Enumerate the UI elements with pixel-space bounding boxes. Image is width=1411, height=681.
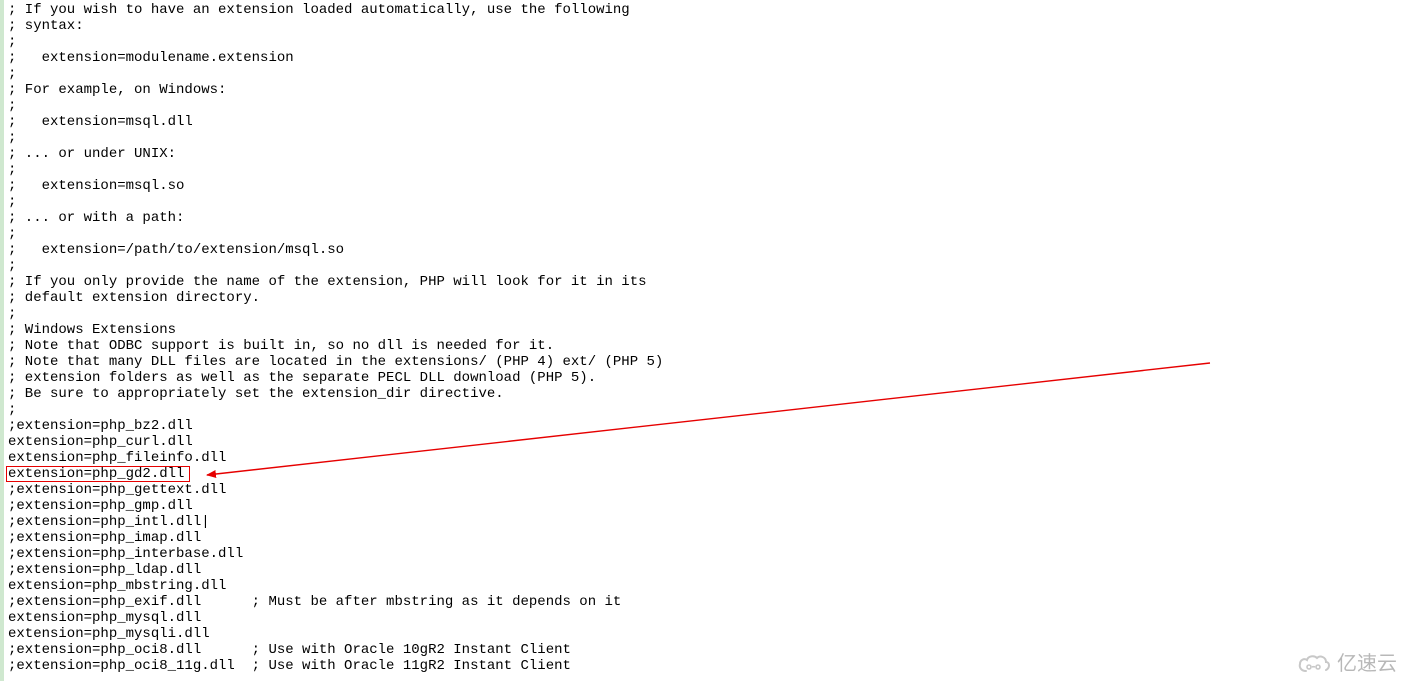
code-line: extension=php_mysql.dll bbox=[8, 610, 663, 626]
code-line: ;extension=php_interbase.dll bbox=[8, 546, 663, 562]
code-line: ; Note that ODBC support is built in, so… bbox=[8, 338, 663, 354]
code-line: ; bbox=[8, 66, 663, 82]
code-line: extension=php_gd2.dll bbox=[8, 466, 663, 482]
code-line: ; If you only provide the name of the ex… bbox=[8, 274, 663, 290]
text-editor-content[interactable]: ; If you wish to have an extension loade… bbox=[8, 2, 663, 674]
code-line: ; default extension directory. bbox=[8, 290, 663, 306]
code-line: ; extension=msql.dll bbox=[8, 114, 663, 130]
code-line: ; bbox=[8, 194, 663, 210]
code-line: ; bbox=[8, 258, 663, 274]
code-line: ; extension=msql.so bbox=[8, 178, 663, 194]
gutter-margin bbox=[0, 0, 4, 681]
code-line: ; bbox=[8, 34, 663, 50]
code-line: ; extension=modulename.extension bbox=[8, 50, 663, 66]
code-line: ; bbox=[8, 98, 663, 114]
code-line: ; extension folders as well as the separ… bbox=[8, 370, 663, 386]
code-line: ; extension=/path/to/extension/msql.so bbox=[8, 242, 663, 258]
code-line: ;extension=php_intl.dll| bbox=[8, 514, 663, 530]
code-line: ;extension=php_imap.dll bbox=[8, 530, 663, 546]
code-line: extension=php_fileinfo.dll bbox=[8, 450, 663, 466]
code-line: extension=php_mysqli.dll bbox=[8, 626, 663, 642]
code-line: ; For example, on Windows: bbox=[8, 82, 663, 98]
code-line: ; Windows Extensions bbox=[8, 322, 663, 338]
code-line: extension=php_curl.dll bbox=[8, 434, 663, 450]
code-line: ; bbox=[8, 130, 663, 146]
watermark: 亿速云 bbox=[1297, 653, 1397, 675]
code-line: ; Note that many DLL files are located i… bbox=[8, 354, 663, 370]
code-line: ; ... or with a path: bbox=[8, 210, 663, 226]
code-line: ;extension=php_gmp.dll bbox=[8, 498, 663, 514]
code-line: ; bbox=[8, 226, 663, 242]
cloud-icon bbox=[1297, 653, 1331, 675]
code-line: ;extension=php_oci8.dll ; Use with Oracl… bbox=[8, 642, 663, 658]
code-line: ; bbox=[8, 402, 663, 418]
code-line: ; bbox=[8, 306, 663, 322]
code-line: ; syntax: bbox=[8, 18, 663, 34]
code-line: ; Be sure to appropriately set the exten… bbox=[8, 386, 663, 402]
code-line: extension=php_mbstring.dll bbox=[8, 578, 663, 594]
code-line: ;extension=php_oci8_11g.dll ; Use with O… bbox=[8, 658, 663, 674]
code-line: ;extension=php_gettext.dll bbox=[8, 482, 663, 498]
code-line: ;extension=php_exif.dll ; Must be after … bbox=[8, 594, 663, 610]
code-line: ; ... or under UNIX: bbox=[8, 146, 663, 162]
code-line: ;extension=php_ldap.dll bbox=[8, 562, 663, 578]
code-line: ; If you wish to have an extension loade… bbox=[8, 2, 663, 18]
code-line: ;extension=php_bz2.dll bbox=[8, 418, 663, 434]
code-line: ; bbox=[8, 162, 663, 178]
watermark-text: 亿速云 bbox=[1337, 656, 1397, 672]
